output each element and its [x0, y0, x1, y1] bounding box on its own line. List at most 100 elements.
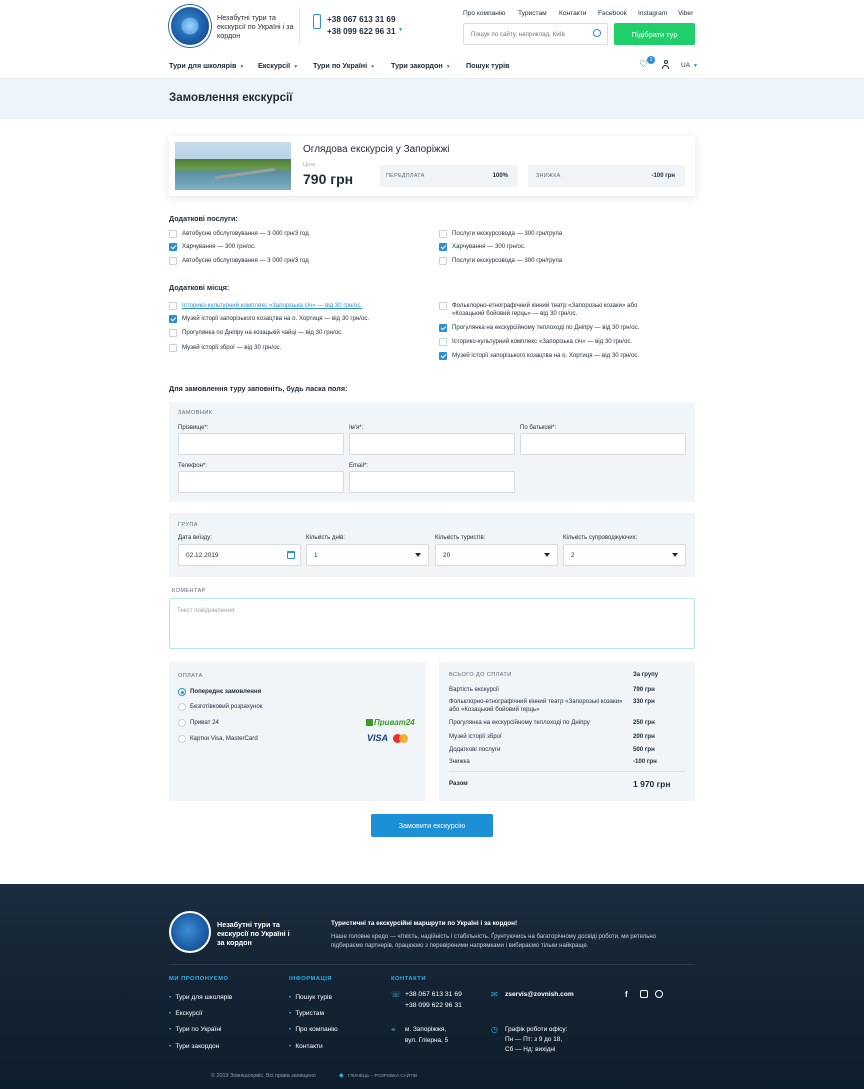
patronymic-field[interactable] — [520, 433, 686, 455]
search-input[interactable] — [464, 24, 589, 44]
nav-excursions[interactable]: Екскурсії ▼ — [258, 61, 298, 70]
tourists-label: Кількість туристів: — [435, 535, 486, 541]
service-option: Послуги екскурсовода — 300 грн/група — [452, 257, 563, 264]
place-option: Прогулянка по Дніпру на козацькій чайці … — [182, 329, 343, 336]
footer-text-2: підбираємо партнерів, працюємо з перевір… — [331, 943, 589, 949]
footer-link[interactable]: Тури для школярів — [169, 994, 232, 1001]
radio-button[interactable] — [178, 688, 186, 696]
service-option: Автобусне обслуговування — 3 000 грн/3 г… — [182, 230, 309, 237]
visa-logo: VISA — [367, 733, 389, 743]
summary-row-value: 200 грн — [633, 733, 655, 740]
checkbox[interactable] — [169, 243, 177, 251]
footer-tagline: Незабутні тури та екскурсії по Україні і… — [217, 920, 290, 947]
footer-link[interactable]: Екскурсії — [169, 1010, 202, 1017]
date-field[interactable]: 02.12.2019 — [178, 544, 301, 566]
name-field[interactable] — [349, 433, 515, 455]
checkbox[interactable] — [439, 230, 447, 238]
escorts-label: Кількість супроводжуючих: — [563, 535, 638, 541]
summary-row-label: Додаткові послуги — [449, 746, 501, 753]
calendar-icon[interactable] — [287, 551, 295, 559]
place-option[interactable]: Історико-культурний комплекс «Запорізька… — [182, 302, 362, 310]
mail-icon: ✉ — [491, 990, 498, 999]
radio-button[interactable] — [178, 735, 186, 743]
divider — [449, 771, 685, 772]
caret-icon: ▼ — [239, 64, 245, 70]
discount-value: -100 грн — [651, 173, 675, 179]
escorts-select[interactable]: 2 — [563, 544, 686, 566]
payment-option: Приват 24 — [190, 719, 219, 726]
days-select[interactable]: 1 — [306, 544, 429, 566]
nav-tour-search[interactable]: Пошук турів — [466, 61, 510, 70]
discount-label: ЗНИЖКА — [536, 173, 561, 179]
footer-link[interactable]: Про компанію — [289, 1026, 337, 1033]
top-link-tourists[interactable]: Туристам — [518, 10, 547, 17]
checkbox[interactable] — [169, 230, 177, 238]
top-link-facebook[interactable]: Facebook — [598, 10, 627, 17]
footer-link[interactable]: Тури по Україні — [169, 1026, 221, 1033]
discount-box: ЗНИЖКА -100 грн — [528, 165, 685, 187]
chevron-down-icon — [544, 553, 550, 557]
logo[interactable] — [169, 5, 211, 47]
wishlist-count-badge: 1 — [647, 56, 655, 64]
nav-ukraine-tours[interactable]: Тури по Україні ▼ — [313, 61, 375, 70]
tourists-select[interactable]: 20 — [435, 544, 558, 566]
chevron-down-icon[interactable]: ▼ — [398, 27, 403, 33]
header-phone-1[interactable]: +38 067 613 31 69 — [327, 15, 396, 24]
checkbox[interactable] — [439, 302, 447, 310]
nav-label: Екскурсії — [258, 61, 291, 70]
phone-field[interactable] — [178, 471, 344, 493]
footer-divider — [169, 964, 695, 965]
nav-abroad-tours[interactable]: Тури закордон ▼ — [391, 61, 451, 70]
footer-logo[interactable] — [169, 911, 211, 953]
comment-textarea[interactable]: Текст повідомлення — [169, 598, 695, 649]
summary-row-value: 330 грн — [633, 698, 655, 705]
nav-school-tours[interactable]: Тури для школярів ▼ — [169, 61, 244, 70]
footer-phone-1[interactable]: +38 067 613 31 69 — [405, 991, 462, 998]
search-icon[interactable] — [593, 29, 601, 37]
footer-link[interactable]: Тури закордон — [169, 1043, 219, 1050]
place-option-line2: «Козацький бойовий герць» — від 30 грн/о… — [452, 310, 578, 317]
footer-contacts-title: КОНТАКТИ — [391, 976, 426, 982]
checkbox[interactable] — [439, 257, 447, 265]
caret-icon: ▼ — [445, 64, 451, 70]
footer-email[interactable]: zservis@zovnish.com — [505, 991, 574, 998]
radio-button[interactable] — [178, 719, 186, 727]
footer-link[interactable]: Туристам — [289, 1010, 324, 1017]
checkbox[interactable] — [169, 315, 177, 323]
radio-button[interactable] — [178, 703, 186, 711]
checkbox[interactable] — [169, 257, 177, 265]
footer-phone-2[interactable]: +38 099 622 96 31 — [405, 1002, 462, 1009]
checkbox[interactable] — [169, 329, 177, 337]
surname-field[interactable] — [178, 433, 344, 455]
footer-text-1: Наше головне кредо — чіткість, надійніст… — [331, 934, 656, 940]
email-label: Email*: — [349, 463, 369, 469]
checkbox[interactable] — [439, 352, 447, 360]
phone-icon — [313, 14, 321, 29]
footer-address-1: м. Запоріжжя, — [405, 1026, 447, 1033]
place-option: Прогулянка на екскурсійному теплоході по… — [452, 324, 640, 331]
header-phone-2[interactable]: +38 099 622 96 31 — [327, 27, 396, 36]
facebook-icon[interactable]: f — [625, 990, 628, 999]
pick-tour-button[interactable]: Підібрати тур — [614, 23, 695, 45]
checkbox[interactable] — [439, 338, 447, 346]
checkbox[interactable] — [439, 324, 447, 332]
checkbox[interactable] — [439, 243, 447, 251]
email-field[interactable] — [349, 471, 515, 493]
language-switcher[interactable]: UA ▼ — [681, 62, 698, 69]
tourists-value: 20 — [443, 551, 451, 559]
checkbox[interactable] — [169, 302, 177, 310]
viber-icon[interactable] — [655, 990, 663, 998]
top-link-viber[interactable]: Viber — [678, 10, 693, 17]
footer-link[interactable]: Контакти — [289, 1043, 322, 1050]
top-link-contacts[interactable]: Контакти — [559, 10, 586, 17]
top-link-about[interactable]: Про компанію — [463, 10, 505, 17]
developer-credit[interactable]: ГЛИНЕЦЬ – РОЗРОБКА САЙТІВ — [348, 1073, 417, 1078]
checkbox[interactable] — [169, 344, 177, 352]
user-icon[interactable] — [662, 60, 669, 69]
footer-link[interactable]: Пошук турів — [289, 994, 332, 1001]
extra-services-title: Додаткові послуги: — [169, 214, 238, 223]
order-excursion-button[interactable]: Замовити екскурсію — [371, 814, 493, 837]
top-link-instagram[interactable]: Instagram — [638, 10, 667, 17]
chevron-down-icon — [672, 553, 678, 557]
instagram-icon[interactable] — [640, 990, 648, 998]
